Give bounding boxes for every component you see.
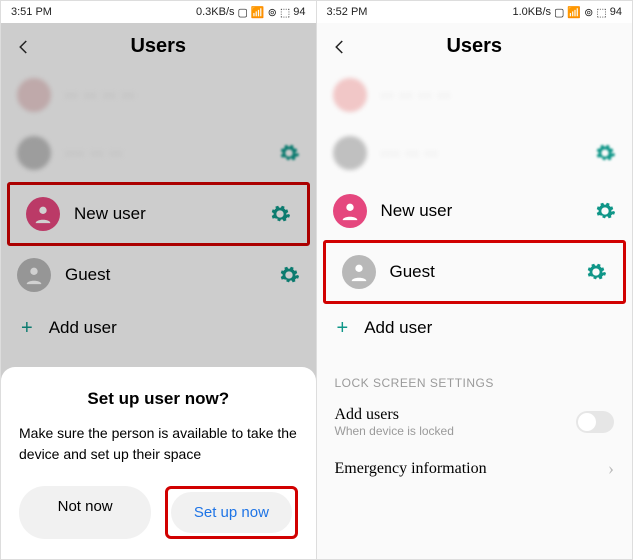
back-button[interactable] [15, 38, 37, 56]
user-label-blurred: ·· ·· ·· ·· [381, 85, 617, 105]
setting-add-users[interactable]: Add users When device is locked [317, 396, 633, 448]
setting-main: Emergency information [335, 460, 597, 478]
user-label: New user [381, 201, 581, 221]
avatar-blurred [333, 78, 367, 112]
status-right: 0.3KB/s ▢ 📶 ⊚ ⬚ 94 [196, 6, 306, 19]
status-right: 1.0KB/s ▢ 📶 ⊚ ⬚ 94 [512, 6, 622, 19]
status-battery: 94 [610, 6, 622, 18]
not-now-button[interactable]: Not now [19, 486, 151, 539]
gear-icon [585, 261, 607, 283]
avatar-blurred [333, 136, 367, 170]
setting-text: Add users When device is locked [335, 406, 565, 438]
header: Users [317, 23, 633, 66]
avatar-guest [342, 255, 376, 289]
section-label-lock-screen: LOCK SCREEN SETTINGS [317, 352, 633, 396]
signal-icon: 📶 [251, 6, 265, 19]
sim-icon: ▢ [554, 6, 564, 19]
person-icon [348, 261, 370, 283]
screen-right: 3:52 PM 1.0KB/s ▢ 📶 ⊚ ⬚ 94 Users ·· ·· ·… [317, 1, 633, 559]
highlight-set-up-now: Set up now [165, 486, 297, 539]
status-bar: 3:52 PM 1.0KB/s ▢ 📶 ⊚ ⬚ 94 [317, 1, 633, 23]
battery-icon: ⬚ [596, 6, 606, 19]
user-row-blurred-1[interactable]: ·· ·· ·· ·· [317, 66, 633, 124]
plus-icon: + [337, 318, 349, 338]
user-row-new-user[interactable]: New user [317, 182, 633, 240]
add-user-label: Add user [364, 318, 432, 338]
chevron-left-icon [331, 38, 349, 56]
gear-icon [594, 142, 616, 164]
setup-user-sheet: Set up user now? Make sure the person is… [1, 367, 316, 559]
user-row-guest[interactable]: Guest [326, 243, 624, 301]
status-net: 0.3KB/s [196, 6, 235, 18]
sim-icon: ▢ [238, 6, 248, 19]
setting-text: Emergency information [335, 460, 597, 478]
chevron-left-icon [15, 38, 33, 56]
wifi-icon: ⊚ [584, 6, 593, 19]
status-bar: 3:51 PM 0.3KB/s ▢ 📶 ⊚ ⬚ 94 [1, 1, 316, 23]
setting-main: Add users [335, 406, 565, 424]
setting-emergency-info[interactable]: Emergency information › [317, 448, 633, 489]
status-net: 1.0KB/s [512, 6, 551, 18]
user-label-blurred: ··· ·· ·· [381, 143, 581, 163]
page-title: Users [353, 35, 597, 58]
sheet-body: Make sure the person is available to tak… [19, 423, 298, 464]
screen-left: 3:51 PM 0.3KB/s ▢ 📶 ⊚ ⬚ 94 Users ·· ·· ·… [1, 1, 317, 559]
toggle-add-users[interactable] [576, 411, 614, 433]
wifi-icon: ⊚ [268, 6, 277, 19]
status-time: 3:52 PM [327, 6, 368, 18]
highlight-guest: Guest [323, 240, 627, 304]
back-button[interactable] [331, 38, 353, 56]
settings-gear-button[interactable] [585, 261, 607, 283]
gear-icon [594, 200, 616, 222]
header: Users [1, 23, 316, 66]
setting-sub: When device is locked [335, 424, 565, 438]
page-title: Users [37, 35, 280, 58]
set-up-now-button[interactable]: Set up now [171, 492, 291, 533]
sheet-title: Set up user now? [19, 389, 298, 409]
person-icon [339, 200, 361, 222]
settings-gear-button[interactable] [594, 200, 616, 222]
avatar-new-user [333, 194, 367, 228]
status-battery: 94 [293, 6, 305, 18]
add-user-row[interactable]: + Add user [317, 304, 633, 352]
status-time: 3:51 PM [11, 6, 52, 18]
user-row-blurred-2[interactable]: ··· ·· ·· [317, 124, 633, 182]
settings-gear-button[interactable] [594, 142, 616, 164]
user-label: Guest [390, 262, 572, 282]
chevron-right-icon: › [608, 458, 614, 479]
sheet-actions: Not now Set up now [19, 486, 298, 539]
battery-icon: ⬚ [280, 6, 290, 19]
signal-icon: 📶 [567, 6, 581, 19]
